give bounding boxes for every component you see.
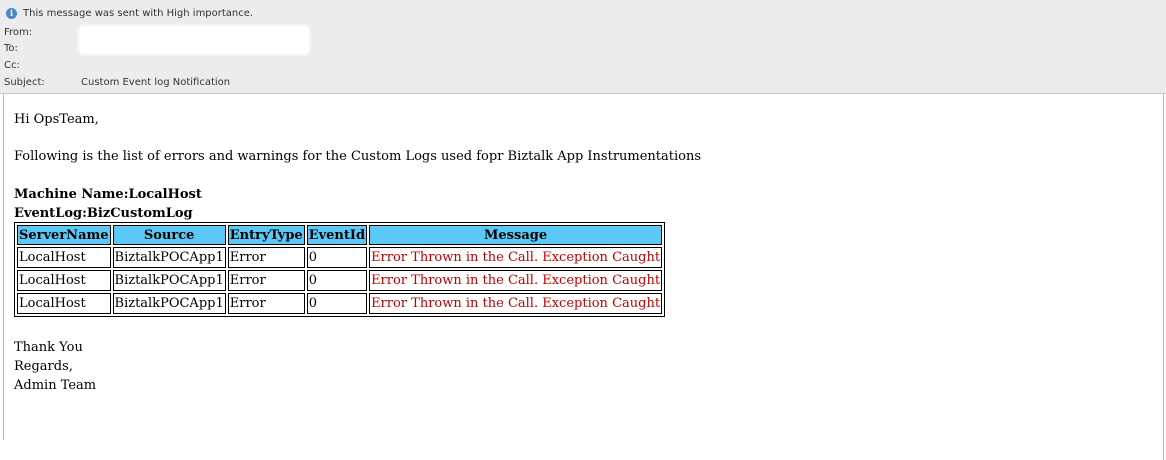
subject-label: Subject: xyxy=(4,77,45,88)
table-row: LocalHost BiztalkPOCApp1 Error 0 Error T… xyxy=(17,247,663,268)
cell-eventid: 0 xyxy=(306,247,368,268)
cc-row: Cc: xyxy=(4,59,81,73)
subject-value: Custom Event log Notification xyxy=(81,77,231,88)
table-row: LocalHost BiztalkPOCApp1 Error 0 Error T… xyxy=(17,293,663,314)
cell-message: Error Thrown in the Call. Exception Caug… xyxy=(369,293,663,314)
event-log-table: ServerName Source EntryType EventId Mess… xyxy=(14,222,666,317)
cell-message: Error Thrown in the Call. Exception Caug… xyxy=(369,247,663,268)
importance-notice: This message was sent with High importan… xyxy=(23,7,254,19)
intro-text: Following is the list of errors and warn… xyxy=(14,149,702,164)
cell-source: BiztalkPOCApp1 xyxy=(112,247,226,268)
table-row: LocalHost BiztalkPOCApp1 Error 0 Error T… xyxy=(17,270,663,291)
from-row: From: xyxy=(4,26,81,40)
col-servername: ServerName xyxy=(17,225,111,245)
cell-eventid: 0 xyxy=(306,270,368,291)
machine-name: Machine Name:LocalHost xyxy=(14,187,202,202)
cell-entrytype: Error xyxy=(227,293,305,314)
thanks-line: Thank You xyxy=(14,340,83,355)
cell-source: BiztalkPOCApp1 xyxy=(112,293,226,314)
importance-banner: i This message was sent with High import… xyxy=(6,6,253,20)
cell-servername: LocalHost xyxy=(17,247,111,268)
cell-source: BiztalkPOCApp1 xyxy=(112,270,226,291)
col-source: Source xyxy=(112,225,226,245)
col-message: Message xyxy=(369,225,663,245)
cell-entrytype: Error xyxy=(227,270,305,291)
info-icon: i xyxy=(6,7,17,19)
signature-line: Admin Team xyxy=(14,378,97,393)
table-header-row: ServerName Source EntryType EventId Mess… xyxy=(17,225,663,245)
to-label: To: xyxy=(4,43,18,54)
cell-entrytype: Error xyxy=(227,247,305,268)
cell-message: Error Thrown in the Call. Exception Caug… xyxy=(369,270,663,291)
col-eventid: EventId xyxy=(306,225,368,245)
cell-servername: LocalHost xyxy=(17,270,111,291)
regards-line: Regards, xyxy=(14,359,73,374)
greeting: Hi OpsTeam, xyxy=(14,112,99,127)
redacted-sender-recipient xyxy=(80,27,308,53)
from-label: From: xyxy=(4,27,33,38)
cc-label: Cc: xyxy=(4,60,20,71)
cell-servername: LocalHost xyxy=(17,293,111,314)
to-row: To: xyxy=(4,42,81,56)
body-right-border xyxy=(1163,94,1164,460)
cell-eventid: 0 xyxy=(306,293,368,314)
subject-row: Subject: Custom Event log Notification xyxy=(4,76,230,90)
body-left-border xyxy=(3,94,4,440)
event-log-name: EventLog:BizCustomLog xyxy=(14,206,193,221)
message-body: Hi OpsTeam, Following is the list of err… xyxy=(0,94,1166,460)
col-entrytype: EntryType xyxy=(227,225,305,245)
message-header: i This message was sent with High import… xyxy=(0,0,1166,94)
